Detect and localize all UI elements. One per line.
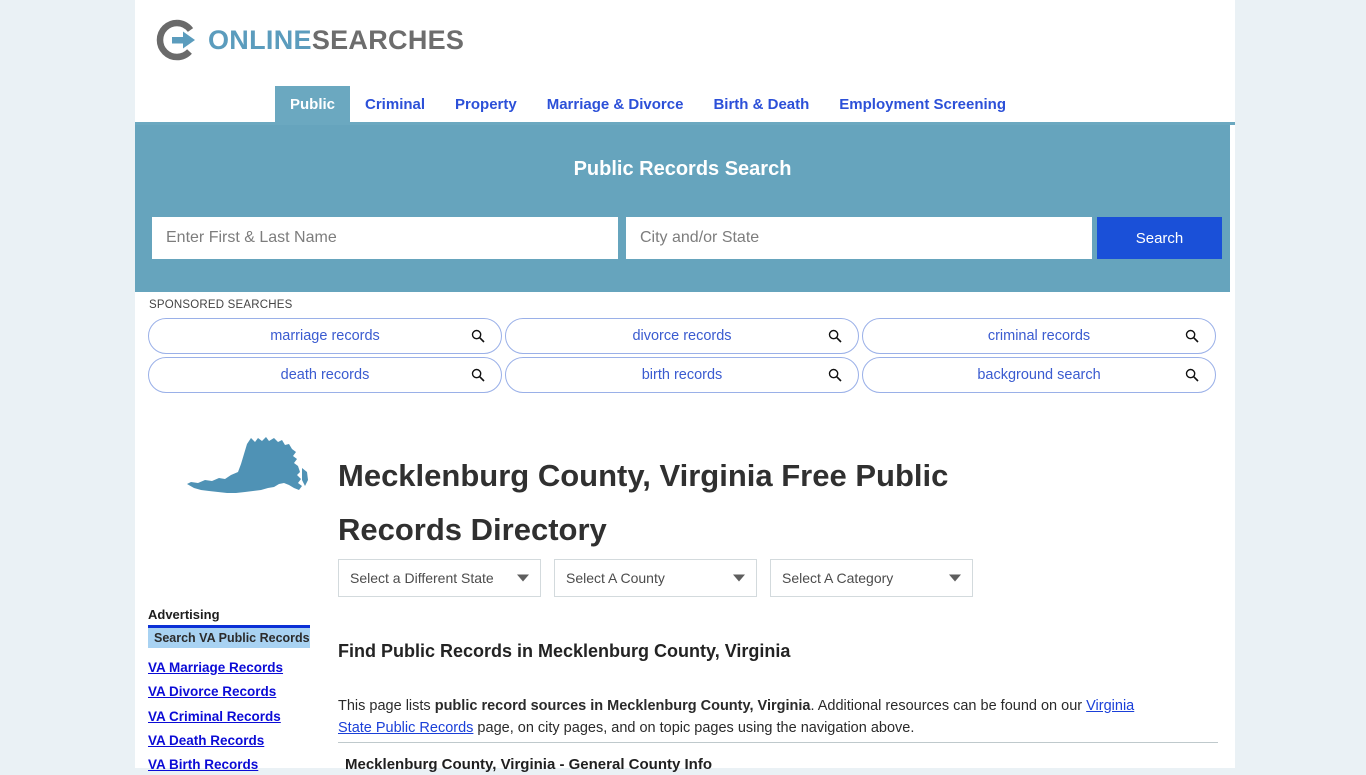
county-select[interactable]: Select A County: [554, 559, 757, 597]
public-records-search-hero: Public Records Search Search: [135, 125, 1230, 292]
sponsored-chip[interactable]: death records: [148, 357, 502, 393]
section-heading: Find Public Records in Mecklenburg Count…: [338, 640, 791, 661]
intro-paragraph: This page lists public record sources in…: [338, 695, 1168, 739]
page-container: ONLINESEARCHES Public Criminal Property …: [135, 0, 1235, 773]
content-divider: [338, 742, 1218, 743]
advertising-sidebar: Advertising Search VA Public Records VA …: [148, 607, 310, 775]
sponsored-searches-label: SPONSORED SEARCHES: [149, 299, 293, 311]
ad-link-va-birth-records[interactable]: VA Birth Records: [148, 755, 310, 775]
category-select[interactable]: Select A Category: [770, 559, 973, 597]
chevron-down-icon: [733, 574, 745, 582]
hero-title: Public Records Search: [573, 158, 792, 180]
site-logo[interactable]: ONLINESEARCHES: [155, 18, 464, 62]
advertising-label: Advertising: [148, 607, 220, 622]
ad-link-va-criminal-records[interactable]: VA Criminal Records: [148, 707, 310, 727]
county-select-value: Select A County: [566, 570, 665, 586]
state-select[interactable]: Select a Different State: [338, 559, 541, 597]
sponsored-chip[interactable]: divorce records: [505, 318, 859, 354]
paragraph-lead: This page lists: [338, 697, 435, 714]
state-select-value: Select a Different State: [350, 570, 494, 586]
tab-employment-screening[interactable]: Employment Screening: [824, 86, 1021, 122]
tab-birth-death[interactable]: Birth & Death: [698, 86, 824, 122]
search-va-public-records-header: Search VA Public Records: [148, 628, 310, 648]
logo-text-online: ONLINE: [208, 24, 312, 55]
search-icon: [828, 368, 842, 382]
advertising-link-list: VA Marriage Records VA Divorce Records V…: [148, 658, 310, 775]
filter-select-group: Select a Different State Select A County…: [338, 559, 973, 597]
page-title: Mecklenburg County, Virginia Free Public…: [338, 457, 949, 548]
category-select-value: Select A Category: [782, 570, 894, 586]
tab-public[interactable]: Public: [275, 86, 351, 122]
sponsored-chip-label: divorce records: [632, 328, 732, 344]
tab-marriage-divorce[interactable]: Marriage & Divorce: [532, 86, 699, 122]
search-icon: [471, 329, 485, 343]
sponsored-chip[interactable]: background search: [862, 357, 1216, 393]
ad-link-va-death-records[interactable]: VA Death Records: [148, 731, 310, 751]
sponsored-chip-label: birth records: [641, 367, 723, 383]
main-navigation: Public Criminal Property Marriage & Divo…: [135, 86, 1235, 125]
search-button[interactable]: Search: [1097, 217, 1222, 259]
sponsored-chip-label: background search: [977, 367, 1101, 383]
sponsored-chip[interactable]: marriage records: [148, 318, 502, 354]
sponsored-chip[interactable]: criminal records: [862, 318, 1216, 354]
location-search-input[interactable]: [626, 217, 1092, 259]
sponsored-chip-list: marriage records divorce records crimina…: [148, 318, 1216, 393]
logo-text-searches: SEARCHES: [311, 24, 465, 55]
search-form: Search: [152, 217, 1222, 259]
paragraph-bold: public record sources in Mecklenburg Cou…: [434, 697, 811, 714]
ad-link-va-marriage-records[interactable]: VA Marriage Records: [148, 658, 310, 678]
circle-arrow-icon: [155, 18, 199, 62]
virginia-state-outline-icon: [181, 428, 311, 506]
search-icon: [828, 329, 842, 343]
search-icon: [1185, 329, 1199, 343]
search-icon: [1185, 368, 1199, 382]
sponsored-chip-label: criminal records: [987, 328, 1091, 344]
chevron-down-icon: [949, 574, 961, 582]
ad-link-va-divorce-records[interactable]: VA Divorce Records: [148, 682, 310, 702]
sponsored-chip[interactable]: birth records: [505, 357, 859, 393]
sponsored-chip-label: death records: [280, 367, 370, 383]
paragraph-mid: . Additional resources can be found on o…: [810, 697, 1087, 714]
logo-wordmark: ONLINESEARCHES: [208, 24, 465, 55]
chevron-down-icon: [517, 574, 529, 582]
search-icon: [471, 368, 485, 382]
sponsored-chip-label: marriage records: [270, 328, 380, 344]
tab-property[interactable]: Property: [440, 86, 532, 122]
tab-criminal[interactable]: Criminal: [350, 86, 440, 122]
name-search-input[interactable]: [152, 217, 618, 259]
paragraph-tail: page, on city pages, and on topic pages …: [473, 719, 915, 736]
general-county-info-heading: Mecklenburg County, Virginia - General C…: [345, 756, 712, 773]
